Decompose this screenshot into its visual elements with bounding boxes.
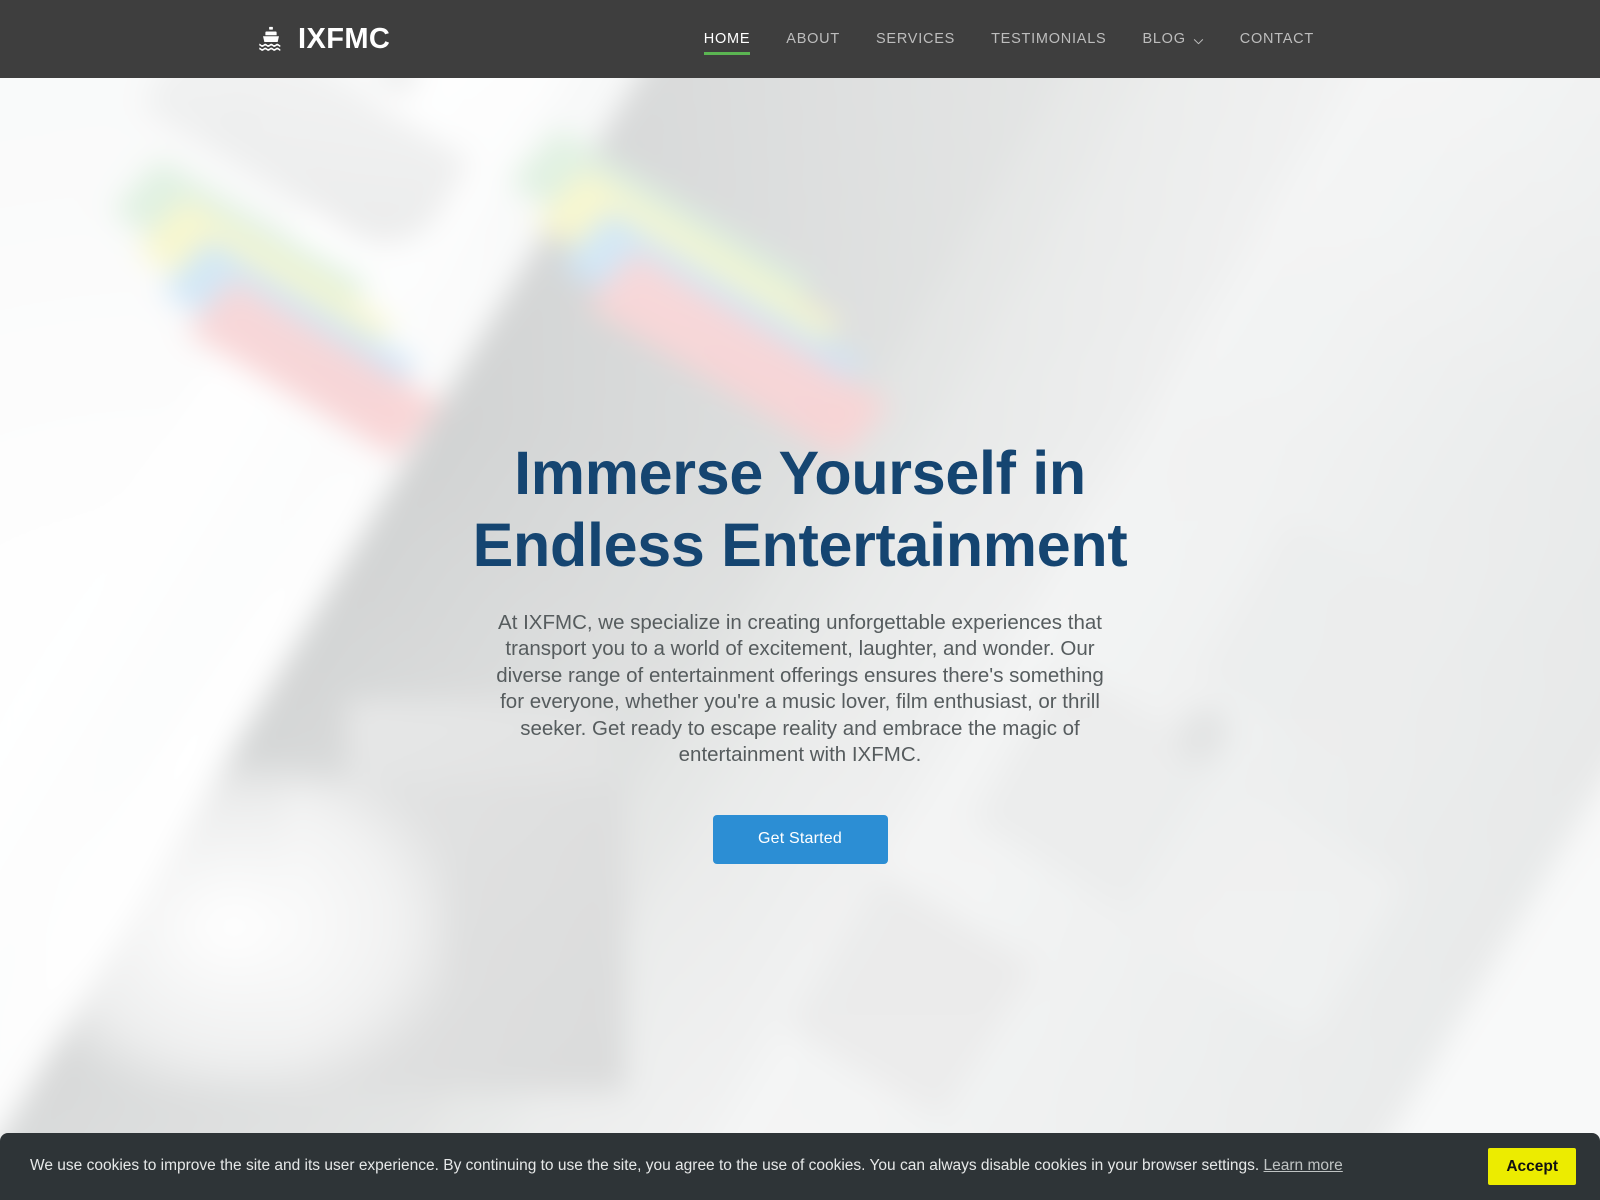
hero-cta-wrapper: Get Started bbox=[0, 814, 1600, 864]
nav-item-services-label: SERVICES bbox=[876, 31, 956, 47]
chevron-down-icon bbox=[1193, 35, 1204, 46]
header-inner: IXFMC HOME ABOUT SERVICES TESTIMONIALS B… bbox=[0, 0, 1600, 78]
nav-item-testimonials[interactable]: TESTIMONIALS bbox=[973, 17, 1124, 61]
brand-logo[interactable]: IXFMC bbox=[256, 24, 390, 54]
nav-item-blog-label: BLOG bbox=[1142, 31, 1186, 47]
nav-item-blog[interactable]: BLOG bbox=[1124, 17, 1221, 61]
nav-item-testimonials-label: TESTIMONIALS bbox=[991, 31, 1107, 47]
cookie-learn-more-link[interactable]: Learn more bbox=[1264, 1157, 1343, 1174]
nav-item-contact-label: CONTACT bbox=[1239, 31, 1314, 47]
nav-item-home[interactable]: HOME bbox=[686, 17, 769, 61]
cookie-banner-text: We use cookies to improve the site and i… bbox=[30, 1157, 1343, 1176]
hero-title-line-1: Immerse Yourself in bbox=[514, 439, 1086, 507]
ship-icon bbox=[256, 24, 286, 54]
nav-item-contact[interactable]: CONTACT bbox=[1222, 17, 1332, 61]
hero-subtitle: At IXFMC, we specialize in creating unfo… bbox=[496, 610, 1104, 767]
page-root: IXFMC HOME ABOUT SERVICES TESTIMONIALS B… bbox=[0, 0, 1600, 1200]
nav-item-home-label: HOME bbox=[703, 31, 751, 47]
nav-item-about[interactable]: ABOUT bbox=[768, 17, 858, 61]
cookie-message: We use cookies to improve the site and i… bbox=[30, 1157, 1260, 1175]
nav-item-about-label: ABOUT bbox=[786, 31, 840, 47]
page-title: Immerse Yourself in Endless Entertainmen… bbox=[370, 438, 1230, 582]
hero-content: Immerse Yourself in Endless Entertainmen… bbox=[0, 78, 1600, 864]
site-header: IXFMC HOME ABOUT SERVICES TESTIMONIALS B… bbox=[0, 0, 1600, 78]
hero-section: Immerse Yourself in Endless Entertainmen… bbox=[0, 78, 1600, 1200]
brand-name: IXFMC bbox=[298, 22, 391, 55]
get-started-button[interactable]: Get Started bbox=[712, 814, 888, 864]
nav-active-underline bbox=[703, 52, 751, 55]
hero-title-line-2: Endless Entertainment bbox=[472, 510, 1128, 579]
nav-item-services[interactable]: SERVICES bbox=[858, 17, 973, 61]
cookie-consent-banner: We use cookies to improve the site and i… bbox=[0, 1133, 1600, 1200]
main-navigation: HOME ABOUT SERVICES TESTIMONIALS BLOG CO… bbox=[686, 17, 1332, 61]
cookie-accept-button[interactable]: Accept bbox=[1488, 1148, 1576, 1185]
